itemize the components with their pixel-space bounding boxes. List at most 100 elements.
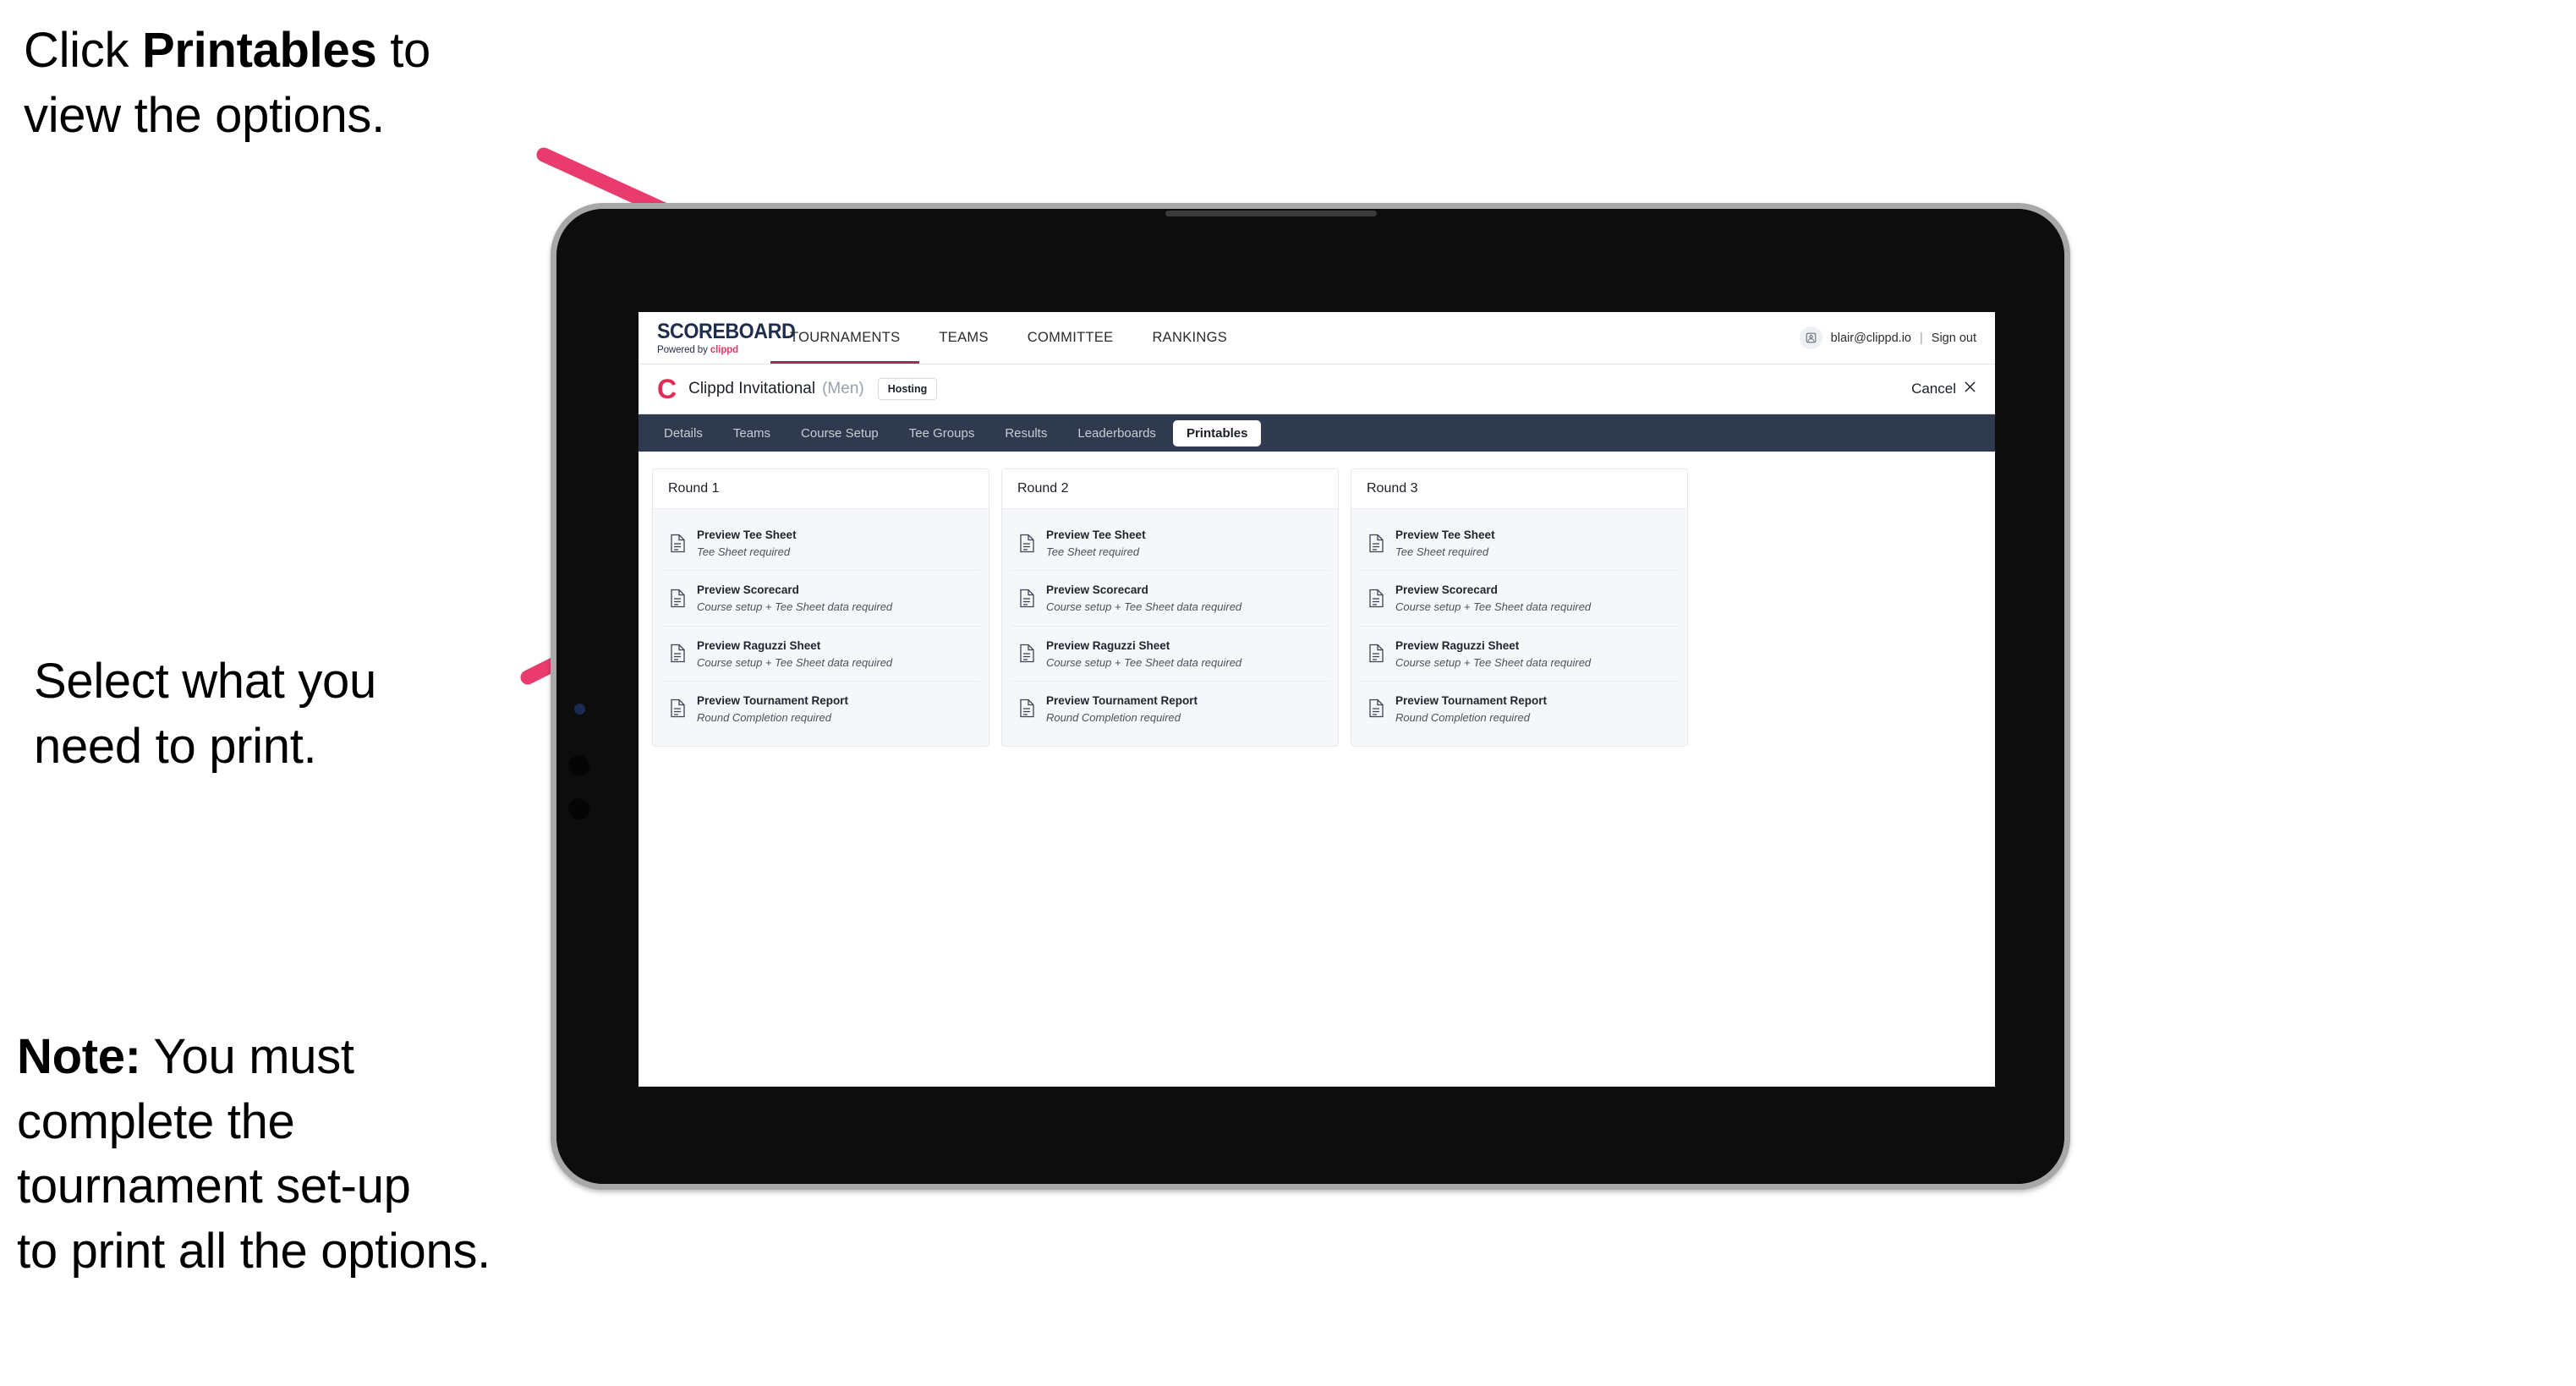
scoreboard-logo[interactable]: SCOREBOARD Powered by clippd <box>639 312 796 364</box>
topnav-user-section: blair@clippd.io | Sign out <box>1799 312 1995 364</box>
app-screen: SCOREBOARD Powered by clippd TOURNAMENTS… <box>639 312 1995 1087</box>
clippd-logo-icon: C <box>657 374 677 404</box>
printable-item-text: Preview Tournament Report Round Completi… <box>1046 693 1198 725</box>
printable-item-requirement: Round Completion required <box>1395 710 1530 724</box>
printable-item-title: Preview Scorecard <box>1395 583 1498 597</box>
topnav-label-committee: COMMITTEE <box>1027 330 1114 345</box>
printable-item-raguzzi-sheet[interactable]: Preview Raguzzi Sheet Course setup + Tee… <box>1011 627 1329 682</box>
document-icon <box>670 644 686 663</box>
printable-item-tournament-report[interactable]: Preview Tournament Report Round Completi… <box>1360 682 1679 736</box>
clippd-wordmark: clippd <box>710 344 739 355</box>
tablet-volume-up-button[interactable] <box>568 755 589 776</box>
printable-item-requirement: Tee Sheet required <box>1046 545 1140 558</box>
tournament-tab-bar: Details Teams Course Setup Tee Groups Re… <box>639 414 1995 452</box>
printable-item-requirement: Round Completion required <box>697 710 831 724</box>
tab-label-printables: Printables <box>1186 425 1248 441</box>
printable-item-scorecard[interactable]: Preview Scorecard Course setup + Tee She… <box>1360 571 1679 627</box>
tab-leaderboards[interactable]: Leaderboards <box>1064 420 1170 446</box>
annotation-click-printables: Click Printables to view the options. <box>24 19 565 148</box>
round-column: Round 3 Preview Tee Sheet Tee Sheet requ… <box>1351 468 1688 747</box>
tab-label-tee-groups: Tee Groups <box>908 425 975 441</box>
printable-item-text: Preview Tee Sheet Tee Sheet required <box>697 527 797 559</box>
printable-item-text: Preview Tournament Report Round Completi… <box>697 693 848 725</box>
printable-item-tournament-report[interactable]: Preview Tournament Report Round Completi… <box>661 682 980 736</box>
printable-item-title: Preview Scorecard <box>697 583 799 597</box>
round-items-list: Preview Tee Sheet Tee Sheet required Pre… <box>1351 509 1687 746</box>
tab-details[interactable]: Details <box>650 420 716 446</box>
printable-item-text: Preview Raguzzi Sheet Course setup + Tee… <box>697 638 892 670</box>
printable-item-raguzzi-sheet[interactable]: Preview Raguzzi Sheet Course setup + Tee… <box>1360 627 1679 682</box>
annotation-select-print: Select what you need to print. <box>34 654 376 774</box>
powered-by-text: Powered by <box>657 344 710 355</box>
top-navigation-bar: SCOREBOARD Powered by clippd TOURNAMENTS… <box>639 312 1995 364</box>
tablet-bezel: SCOREBOARD Powered by clippd TOURNAMENTS… <box>556 209 2064 1184</box>
round-column: Round 1 Preview Tee Sheet Tee Sheet requ… <box>652 468 989 747</box>
tournament-gender: (Men) <box>822 380 864 397</box>
printable-item-requirement: Course setup + Tee Sheet data required <box>1395 600 1592 614</box>
tab-course-setup[interactable]: Course Setup <box>787 420 892 446</box>
tournament-subheader: C Clippd Invitational (Men) Hosting Canc… <box>639 364 1995 414</box>
printable-item-requirement: Course setup + Tee Sheet data required <box>697 600 893 614</box>
printable-item-title: Preview Scorecard <box>1046 583 1148 597</box>
printable-item-text: Preview Raguzzi Sheet Course setup + Tee… <box>1046 638 1241 670</box>
cancel-button[interactable]: Cancel <box>1911 381 1976 397</box>
topnav-item-teams[interactable]: TEAMS <box>919 312 1007 364</box>
tablet-device-frame: SCOREBOARD Powered by clippd TOURNAMENTS… <box>551 203 2070 1190</box>
printable-item-text: Preview Scorecard Course setup + Tee She… <box>1046 582 1241 614</box>
tab-tee-groups[interactable]: Tee Groups <box>896 420 989 446</box>
tablet-volume-down-button[interactable] <box>568 798 589 819</box>
printable-item-title: Preview Raguzzi Sheet <box>1395 638 1520 652</box>
printable-item-raguzzi-sheet[interactable]: Preview Raguzzi Sheet Course setup + Tee… <box>661 627 980 682</box>
printable-item-title: Preview Tee Sheet <box>1395 529 1495 541</box>
document-icon <box>670 534 686 553</box>
tablet-camera-icon <box>574 704 585 715</box>
document-icon <box>1019 534 1035 553</box>
topnav-item-committee[interactable]: COMMITTEE <box>1008 312 1133 364</box>
printable-item-title: Preview Tournament Report <box>1046 693 1198 707</box>
annotation-note-bold: Note: <box>17 1029 141 1084</box>
printable-item-requirement: Tee Sheet required <box>1395 545 1489 558</box>
tab-label-leaderboards: Leaderboards <box>1077 425 1156 441</box>
topnav-item-rankings[interactable]: RANKINGS <box>1132 312 1247 364</box>
cancel-label: Cancel <box>1911 381 1956 397</box>
tab-label-results: Results <box>1005 425 1048 441</box>
printable-item-scorecard[interactable]: Preview Scorecard Course setup + Tee She… <box>1011 571 1329 627</box>
document-icon <box>1019 644 1035 663</box>
document-icon <box>670 589 686 608</box>
printable-item-requirement: Course setup + Tee Sheet data required <box>1395 655 1592 669</box>
printable-item-title: Preview Tournament Report <box>1395 693 1548 707</box>
user-avatar-icon[interactable] <box>1799 326 1822 349</box>
document-icon <box>1019 698 1035 718</box>
tablet-speaker-grille <box>1165 211 1377 216</box>
tab-results[interactable]: Results <box>991 420 1061 446</box>
printable-item-text: Preview Raguzzi Sheet Course setup + Tee… <box>1395 638 1591 670</box>
printable-item-requirement: Course setup + Tee Sheet data required <box>1046 600 1242 614</box>
round-title: Round 3 <box>1351 469 1687 509</box>
printable-item-tee-sheet[interactable]: Preview Tee Sheet Tee Sheet required <box>661 516 980 572</box>
close-icon <box>1964 381 1976 397</box>
printable-item-tournament-report[interactable]: Preview Tournament Report Round Completi… <box>1011 682 1329 736</box>
printable-item-title: Preview Tournament Report <box>697 693 849 707</box>
topnav-separator: | <box>1920 331 1923 345</box>
document-icon <box>1019 589 1035 608</box>
round-column: Round 2 Preview Tee Sheet Tee Sheet requ… <box>1001 468 1339 747</box>
printable-item-requirement: Round Completion required <box>1046 710 1181 724</box>
round-title: Round 2 <box>1002 469 1338 509</box>
tab-label-course-setup: Course Setup <box>801 425 879 441</box>
topnav-item-tournaments[interactable]: TOURNAMENTS <box>770 312 920 364</box>
printable-item-tee-sheet[interactable]: Preview Tee Sheet Tee Sheet required <box>1360 516 1679 572</box>
printable-item-title: Preview Tee Sheet <box>697 529 797 541</box>
status-badge: Hosting <box>877 377 938 401</box>
topnav-label-tournaments: TOURNAMENTS <box>790 330 901 345</box>
tab-printables[interactable]: Printables <box>1172 419 1262 446</box>
printable-item-requirement: Tee Sheet required <box>697 545 791 558</box>
printable-item-scorecard[interactable]: Preview Scorecard Course setup + Tee She… <box>661 571 980 627</box>
printable-item-text: Preview Tee Sheet Tee Sheet required <box>1395 527 1495 559</box>
brand-subtitle: Powered by clippd <box>657 345 770 355</box>
tab-teams[interactable]: Teams <box>720 420 784 446</box>
printable-item-tee-sheet[interactable]: Preview Tee Sheet Tee Sheet required <box>1011 516 1329 572</box>
tab-label-teams: Teams <box>732 425 771 441</box>
sign-out-link[interactable]: Sign out <box>1932 331 1976 345</box>
tournament-name: Clippd Invitational <box>688 380 816 397</box>
printable-item-text: Preview Tournament Report Round Completi… <box>1395 693 1547 725</box>
